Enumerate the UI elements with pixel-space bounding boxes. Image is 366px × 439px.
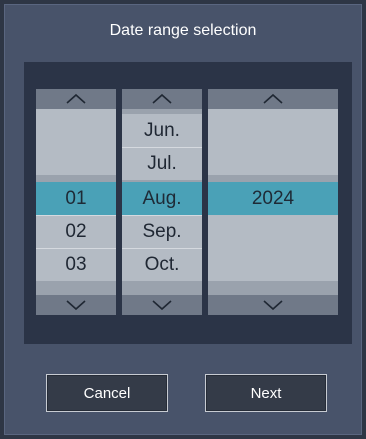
- date-picker: 01 02 03 Jun. Jul. Aug. Sep. Oct. 2024: [24, 62, 352, 344]
- chevron-up-icon: [66, 93, 86, 104]
- month-up-arrow[interactable]: [122, 89, 202, 109]
- day-item-4[interactable]: 03: [36, 248, 116, 281]
- day-item-3[interactable]: 02: [36, 215, 116, 248]
- year-item-4[interactable]: [208, 248, 338, 281]
- month-down-arrow[interactable]: [122, 295, 202, 315]
- chevron-down-icon: [66, 300, 86, 311]
- chevron-up-icon: [263, 93, 283, 104]
- year-item-3[interactable]: [208, 215, 338, 248]
- chevron-down-icon: [152, 300, 172, 311]
- month-item-selected[interactable]: Aug.: [122, 182, 202, 215]
- chevron-down-icon: [263, 300, 283, 311]
- year-item-selected[interactable]: 2024: [208, 182, 338, 215]
- day-wheel[interactable]: 01 02 03: [36, 89, 116, 315]
- month-item-0[interactable]: Jun.: [122, 114, 202, 147]
- month-wheel[interactable]: Jun. Jul. Aug. Sep. Oct.: [122, 89, 202, 315]
- month-item-4[interactable]: Oct.: [122, 248, 202, 281]
- day-item-selected[interactable]: 01: [36, 182, 116, 215]
- month-item-1[interactable]: Jul.: [122, 147, 202, 180]
- date-range-dialog: Date range selection 01 02 03 Jun. Jul. …: [4, 4, 362, 435]
- cancel-button[interactable]: Cancel: [46, 374, 168, 412]
- day-up-arrow[interactable]: [36, 89, 116, 109]
- day-item-1[interactable]: [36, 142, 116, 175]
- day-down-arrow[interactable]: [36, 295, 116, 315]
- chevron-up-icon: [152, 93, 172, 104]
- day-item-0[interactable]: [36, 109, 116, 142]
- next-button[interactable]: Next: [205, 374, 327, 412]
- dialog-title: Date range selection: [109, 22, 257, 39]
- year-item-0[interactable]: [208, 109, 338, 142]
- year-down-arrow[interactable]: [208, 295, 338, 315]
- year-up-arrow[interactable]: [208, 89, 338, 109]
- year-wheel[interactable]: 2024: [208, 89, 338, 315]
- year-item-1[interactable]: [208, 142, 338, 175]
- month-item-3[interactable]: Sep.: [122, 215, 202, 248]
